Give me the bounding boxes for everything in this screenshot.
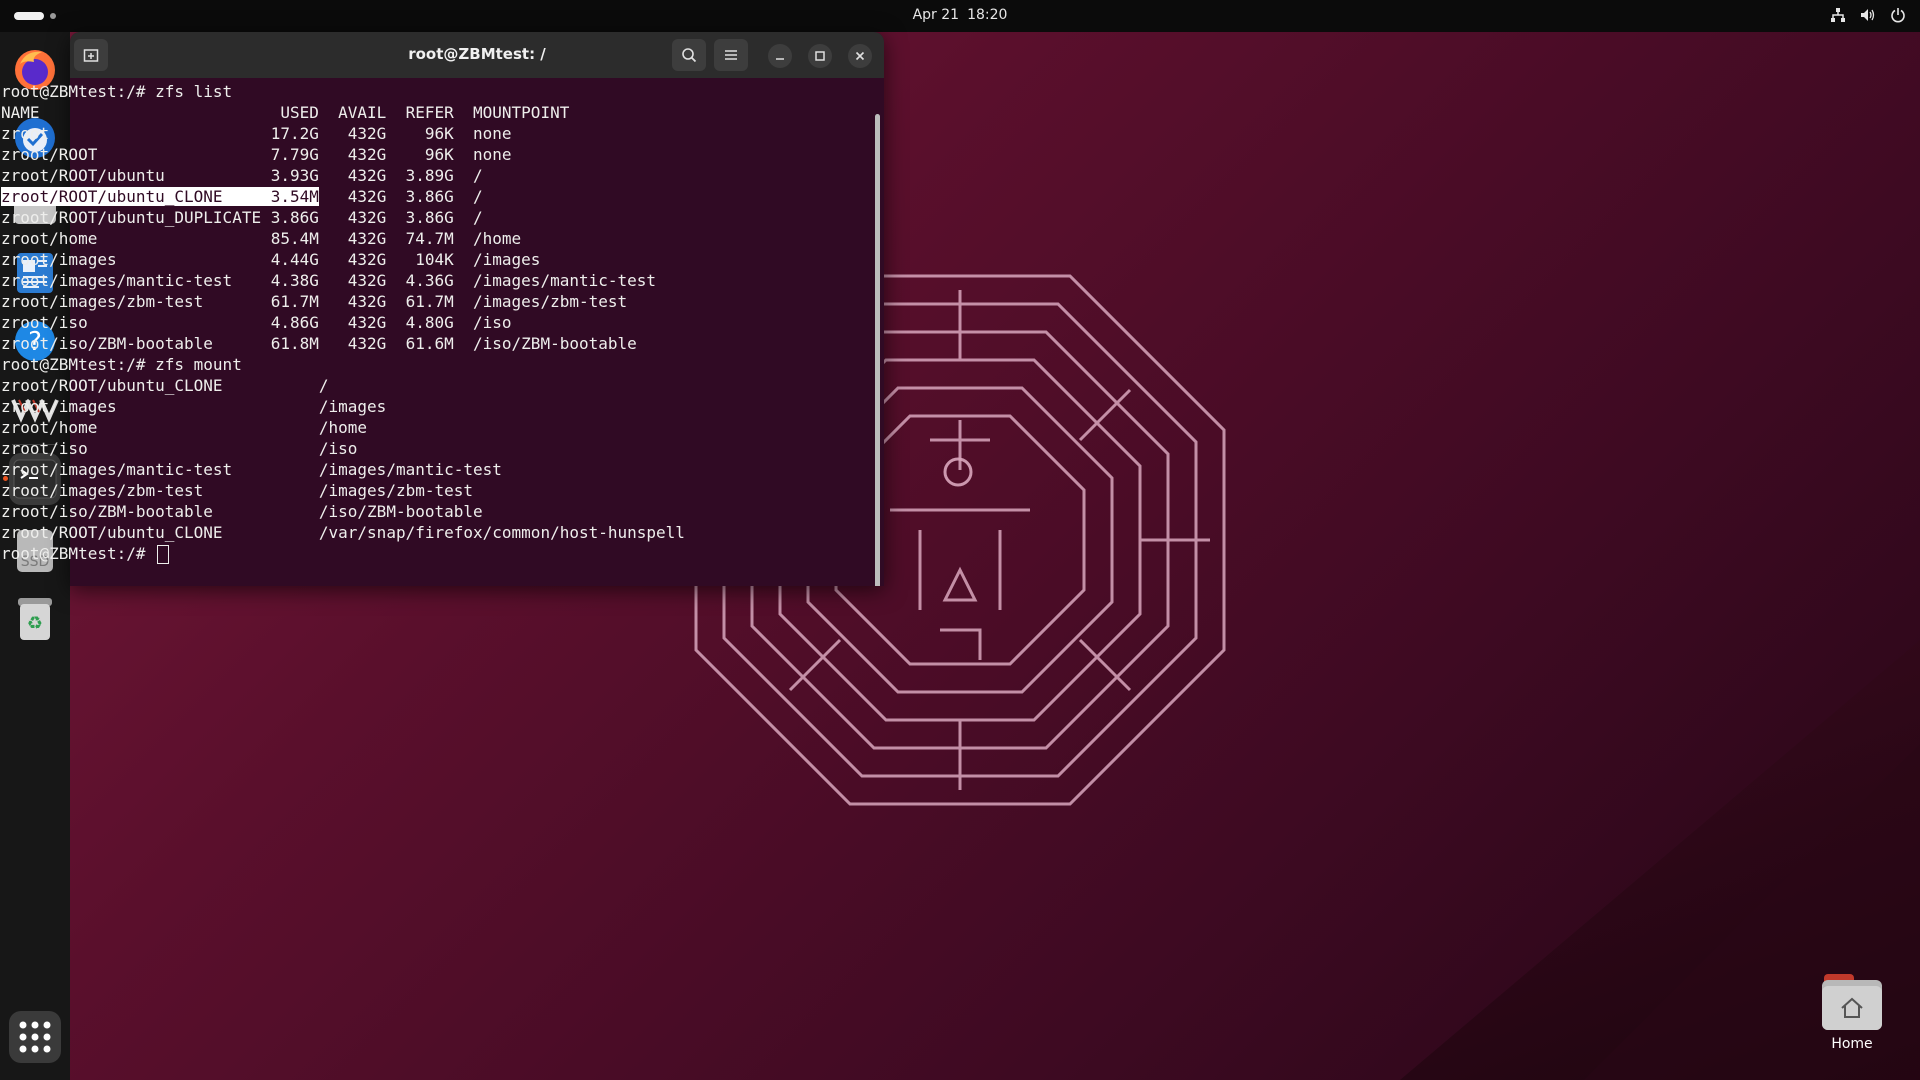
- terminal-line: zroot/home /home: [1, 418, 368, 437]
- volume-icon: [1861, 9, 1875, 21]
- terminal-line: NAME USED AVAIL REFER MOUNTPOINT: [1, 103, 570, 122]
- search-button[interactable]: [672, 39, 706, 71]
- terminal-line: zroot/images /images: [1, 397, 387, 416]
- terminal-titlebar[interactable]: root@ZBMtest: /: [70, 32, 884, 78]
- terminal-line: zroot/ROOT/ubuntu_CLONE /var/snap/firefo…: [1, 523, 685, 542]
- menu-button[interactable]: [714, 39, 748, 71]
- prompt: root@ZBMtest:/#: [1, 544, 156, 563]
- selected-text: zroot/ROOT/ubuntu_CLONE 3.54M: [1, 187, 319, 206]
- terminal-line: zroot/ROOT/ubuntu_CLONE /: [1, 376, 329, 395]
- terminal-line: zroot 17.2G 432G 96K none: [1, 124, 512, 143]
- top-bar: Apr 21 18:20: [0, 0, 1920, 32]
- network-icon: [1831, 8, 1845, 22]
- terminal-line-selected: zroot/ROOT/ubuntu_CLONE 3.54M 432G 3.86G…: [0, 186, 800, 207]
- terminal-line: zroot/iso/ZBM-bootable /iso/ZBM-bootable: [1, 502, 483, 521]
- terminal-line: zroot/iso /iso: [1, 439, 358, 458]
- terminal-scrollbar[interactable]: [875, 114, 880, 586]
- clock[interactable]: Apr 21 18:20: [0, 7, 1920, 23]
- clock-date: Apr 21: [912, 7, 960, 23]
- maximize-button[interactable]: [808, 44, 832, 68]
- terminal-line: zroot/images/zbm-test /images/zbm-test: [1, 481, 474, 500]
- terminal-prompt-line[interactable]: root@ZBMtest:/#: [0, 543, 800, 564]
- trash-icon: ♻: [18, 598, 52, 640]
- selected-line-rest: 432G 3.86G /: [318, 187, 483, 206]
- terminal-line: zroot/iso 4.86G 432G 4.80G /iso: [1, 313, 512, 332]
- terminal-line: zroot/images/mantic-test /images/mantic-…: [1, 460, 502, 479]
- terminal-line: zroot/home 85.4M 432G 74.7M /home: [1, 229, 522, 248]
- terminal-line: zroot/images 4.44G 432G 104K /images: [1, 250, 541, 269]
- app-grid-icon: [19, 1021, 51, 1053]
- power-icon: [1891, 8, 1905, 23]
- terminal-line: root@ZBMtest:/# zfs mount: [1, 355, 242, 374]
- terminal-line: zroot/images/mantic-test 4.38G 432G 4.36…: [1, 271, 657, 290]
- home-folder-label[interactable]: Home: [1790, 1036, 1914, 1052]
- terminal-line: zroot/ROOT/ubuntu_DUPLICATE 3.86G 432G 3…: [1, 208, 483, 227]
- terminal-line: root@ZBMtest:/# zfs list: [1, 82, 233, 101]
- terminal-output[interactable]: root@ZBMtest:/# zfs list NAME USED AVAIL…: [0, 81, 800, 564]
- minimize-icon: [776, 58, 784, 60]
- minimize-button[interactable]: [768, 44, 792, 68]
- svg-text:♻: ♻: [27, 613, 43, 634]
- hamburger-menu-icon: [725, 50, 737, 60]
- home-folder-icon[interactable]: [1820, 972, 1884, 1032]
- text-cursor: [157, 545, 170, 564]
- maximize-icon: [815, 51, 825, 61]
- window-title: root@ZBMtest: /: [408, 45, 546, 63]
- dock-show-apps[interactable]: [9, 1011, 61, 1063]
- close-button[interactable]: [848, 44, 872, 68]
- clock-time: 18:20: [967, 7, 1008, 23]
- terminal-line: zroot/ROOT 7.79G 432G 96K none: [1, 145, 512, 164]
- search-icon: [682, 48, 697, 63]
- close-icon: [855, 51, 865, 61]
- terminal-line: zroot/ROOT/ubuntu 3.93G 432G 3.89G /: [1, 166, 483, 185]
- terminal-line: zroot/iso/ZBM-bootable 61.8M 432G 61.6M …: [1, 334, 637, 353]
- dock-trash[interactable]: ♻: [9, 593, 61, 645]
- terminal-line: zroot/images/zbm-test 61.7M 432G 61.7M /…: [1, 292, 628, 311]
- system-tray[interactable]: [1830, 7, 1906, 23]
